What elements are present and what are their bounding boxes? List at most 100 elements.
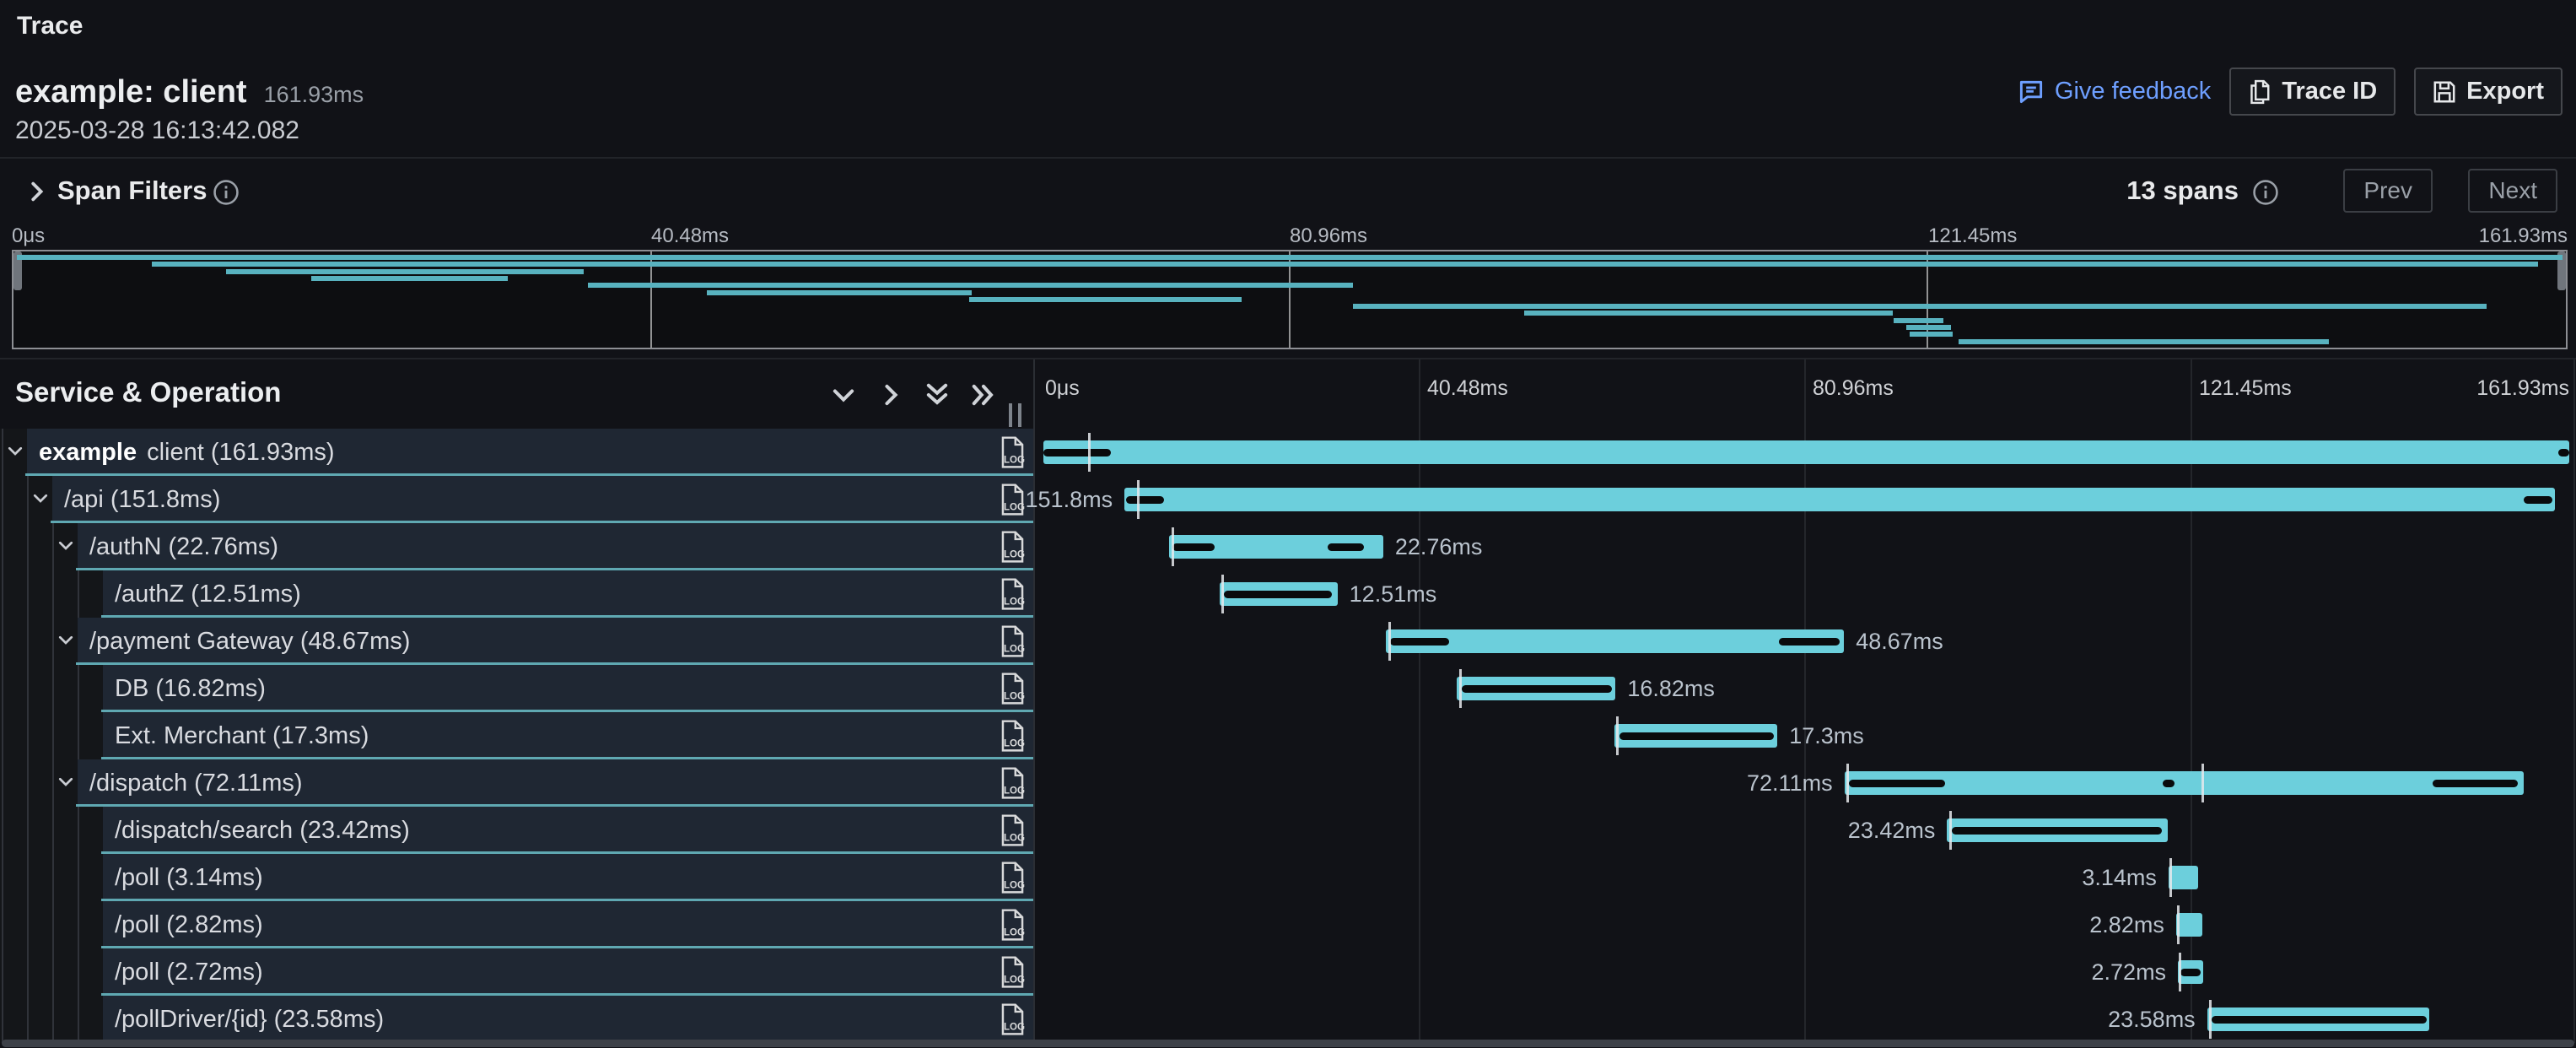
span-bar[interactable] [1043,440,2569,464]
span-bar[interactable] [1386,629,1845,653]
span-event-tick [1221,575,1224,613]
copy-icon [2248,79,2272,105]
critical-path-segment [2558,449,2569,456]
span-count-info-icon[interactable] [2252,179,2279,210]
collapse-one-icon[interactable] [828,380,859,414]
span-bar[interactable] [1124,488,2555,511]
tree-indent-guide [2,665,3,712]
expand-all-icon[interactable] [968,380,999,414]
critical-path-segment [1462,685,1612,693]
panel-resize-handle[interactable] [1009,403,1021,427]
span-bar[interactable] [2169,866,2198,889]
log-icon[interactable]: LOG [999,530,1027,568]
tree-indent-guide [2,570,3,618]
span-duration-label: 23.42ms [1848,807,1936,854]
svg-text:LOG: LOG [1004,880,1025,890]
minimap-span-bar [707,290,971,295]
span-tree-row[interactable]: DB (16.82ms)LOG [0,665,1033,712]
span-tree-row[interactable]: /poll (3.14ms) LOG [0,854,1033,901]
log-icon[interactable]: LOG [999,577,1027,615]
span-label: /dispatch (72.11ms) [89,770,303,797]
next-span-button[interactable]: Next [2468,169,2557,213]
span-filters-label[interactable]: Span Filters [57,176,207,206]
log-icon[interactable]: LOG [999,955,1027,993]
critical-path-segment [1849,780,1945,787]
trace-id-label: Trace ID [2282,78,2377,105]
span-label: exampleclient (161.93ms) [39,439,335,467]
tree-indent-guide [2,618,3,665]
span-label: /api (151.8ms) [64,486,220,514]
span-tree-row[interactable]: exampleclient (161.93ms) LOG [0,429,1033,476]
export-button[interactable]: Export [2414,68,2563,116]
span-tree-row[interactable]: /authZ (12.51ms)LOG [0,570,1033,618]
span-tree-row[interactable]: /poll (2.72ms)LOG [0,948,1033,996]
span-duration-label: 2.72ms [2092,948,2167,996]
log-icon[interactable]: LOG [999,435,1027,473]
span-filters-bar: Span Filters 13 spans Prev Next [0,159,2576,226]
span-row-content: /poll (2.72ms) [103,948,1033,996]
minimap-span-bar [1524,311,1892,316]
span-tree-row[interactable]: /poll (2.82ms)LOG [0,901,1033,948]
tree-indent-gutter [0,807,103,854]
expand-one-icon[interactable] [876,380,906,414]
log-icon[interactable]: LOG [999,672,1027,710]
span-row-content: /payment Gateway (48.67ms) [78,618,1033,665]
prev-span-button[interactable]: Prev [2343,169,2433,213]
chevron-down-icon[interactable] [30,489,51,513]
critical-path-segment [2180,969,2200,976]
svg-text:LOG: LOG [1004,786,1025,796]
timeline-minimap[interactable] [12,250,2568,349]
span-tree-row[interactable]: /pollDriver/{id} (23.58ms)LOG [0,996,1033,1043]
chevron-down-icon[interactable] [56,630,76,655]
span-event-tick [2209,1000,2212,1039]
chevron-down-icon[interactable] [5,441,25,466]
chevron-right-icon[interactable] [24,179,49,208]
log-icon[interactable]: LOG [999,1002,1027,1040]
span-timeline-row: 2.82ms [1033,901,2576,948]
collapse-all-icon[interactable] [922,380,952,414]
minimap-tick: 40.48ms [651,224,729,248]
timeline-tick: 121.45ms [2199,376,2292,401]
critical-path-segment [1390,638,1449,646]
chevron-down-icon[interactable] [56,536,76,560]
span-tree-row[interactable]: /dispatch (72.11ms) LOG [0,759,1033,807]
tree-indent-guide [52,570,54,618]
chevron-down-icon[interactable] [56,772,76,797]
save-icon [2433,80,2456,104]
tree-indent-guide [27,948,29,996]
tree-indent-gutter [0,996,103,1043]
svg-text:LOG: LOG [1004,549,1025,559]
timeline-tick: 161.93ms [2476,376,2569,401]
log-icon[interactable]: LOG [999,813,1027,851]
span-row-content: DB (16.82ms) [103,665,1033,712]
tree-indent-guide [27,665,29,712]
log-icon[interactable]: LOG [999,624,1027,662]
span-event-tick [1616,716,1619,755]
log-icon[interactable]: LOG [999,908,1027,946]
log-icon[interactable]: LOG [999,719,1027,757]
log-icon[interactable]: LOG [999,766,1027,804]
give-feedback-link[interactable]: Give feedback [2018,78,2211,105]
span-event-tick [1388,622,1391,661]
horizontal-scrollbar[interactable] [2,1040,2574,1047]
span-row-content: /dispatch/search (23.42ms) [103,807,1033,854]
span-tree-row[interactable]: /payment Gateway (48.67ms)LOG [0,618,1033,665]
minimap-span-bar [226,269,584,274]
tree-indent-guide [52,665,54,712]
log-icon[interactable]: LOG [999,483,1027,521]
trace-id-button[interactable]: Trace ID [2229,68,2395,116]
span-tree-row[interactable]: /api (151.8ms) LOG [0,476,1033,523]
span-bar[interactable] [2176,913,2203,937]
span-bar[interactable] [1845,771,2525,795]
svg-text:LOG: LOG [1004,644,1025,654]
log-icon[interactable]: LOG [999,861,1027,899]
span-tree-row[interactable]: /authN (22.76ms)LOG [0,523,1033,570]
info-icon[interactable] [213,179,240,210]
svg-text:LOG: LOG [1004,1022,1025,1032]
tree-indent-guide [2,476,3,523]
span-tree-row[interactable]: Ext. Merchant (17.3ms)LOG [0,712,1033,759]
span-label: /poll (3.14ms) [115,864,263,892]
span-duration-label: 72.11ms [1747,759,1833,807]
span-tree-row[interactable]: /dispatch/search (23.42ms)LOG [0,807,1033,854]
tree-indent-guide [52,759,54,807]
